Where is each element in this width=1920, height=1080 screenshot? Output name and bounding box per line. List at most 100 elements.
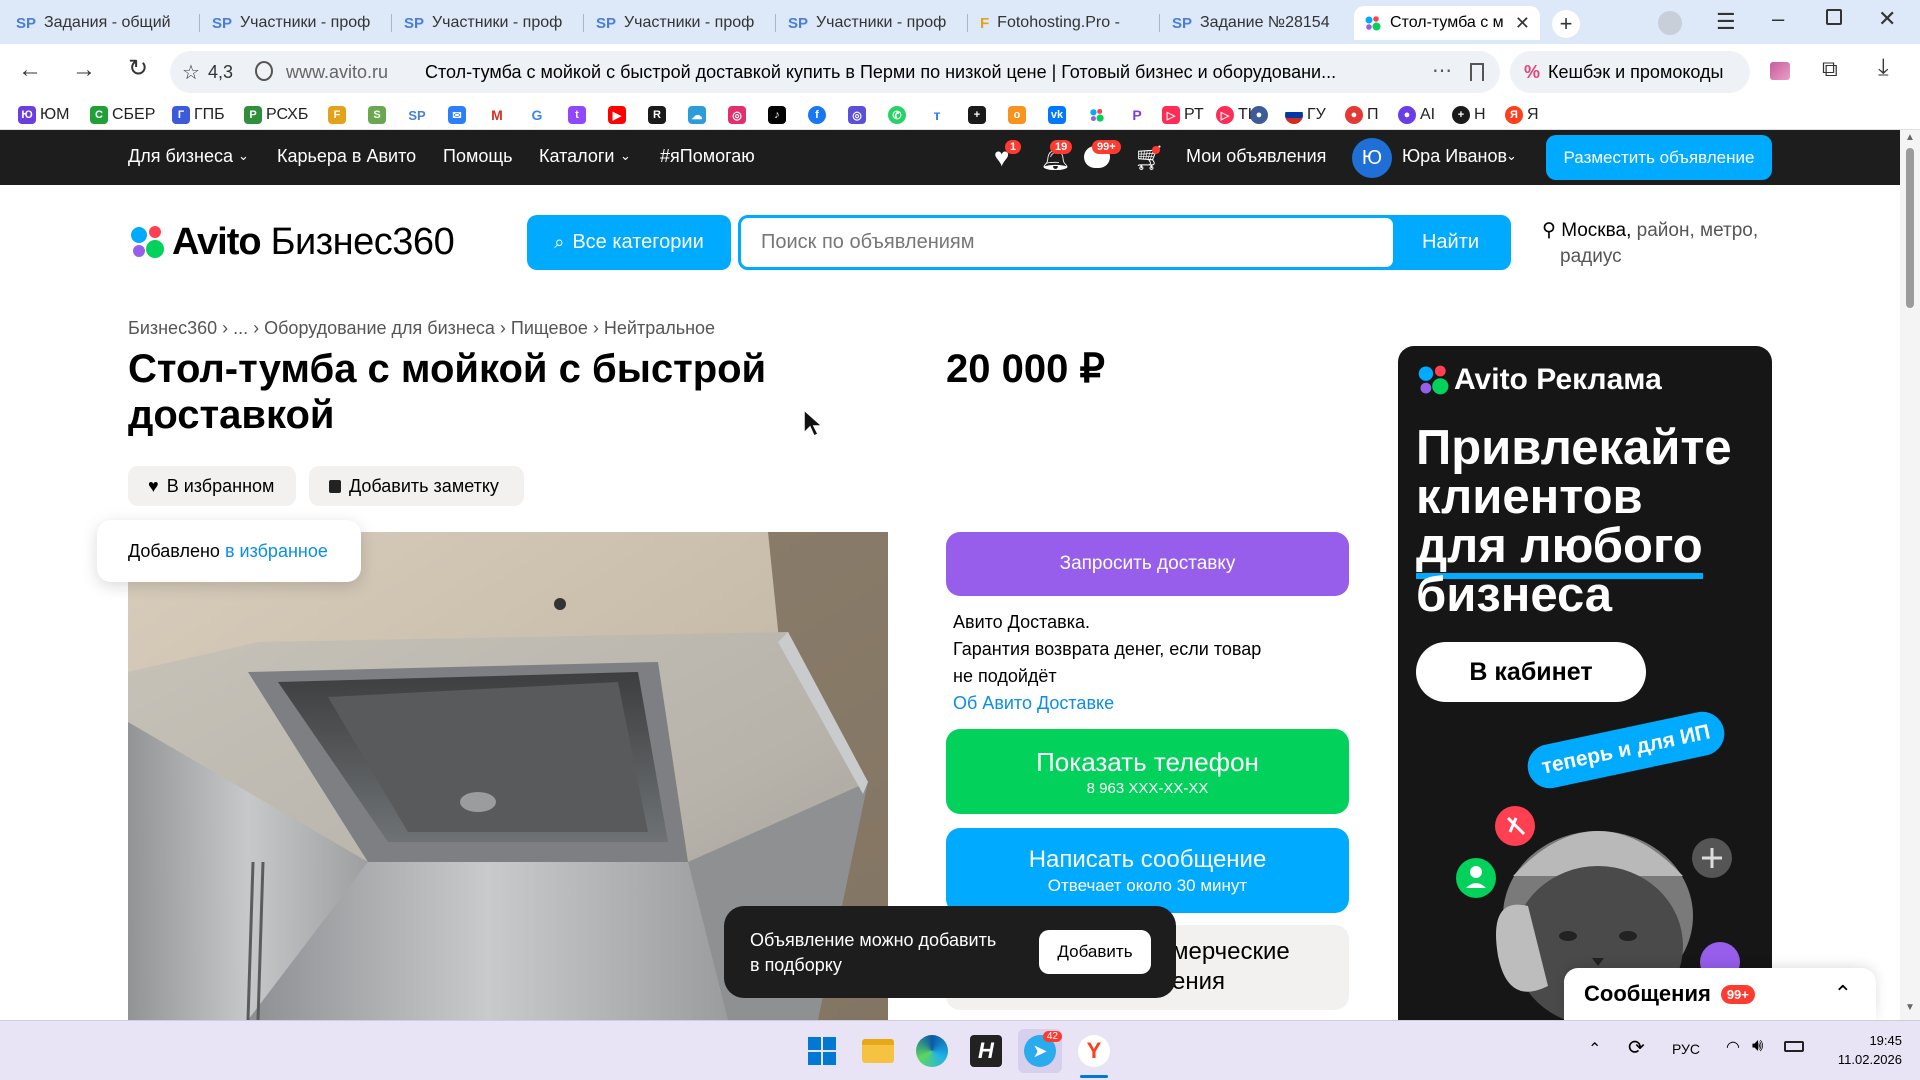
- bookmark-icon-only[interactable]: t: [568, 104, 590, 126]
- more-dots-icon[interactable]: ⋯: [1432, 58, 1452, 83]
- clock[interactable]: 19:45 11.02.2026: [1822, 1031, 1902, 1069]
- location-selector[interactable]: ⚲ Москва, район, метро, радиус: [1542, 218, 1782, 270]
- favorite-button[interactable]: ♥ В избранном: [128, 466, 296, 506]
- bookmark-item[interactable]: + Н: [1452, 104, 1486, 126]
- avatar[interactable]: Ю: [1352, 138, 1392, 178]
- add-note-button[interactable]: Добавить заметку: [309, 466, 524, 506]
- windows-start-icon[interactable]: [800, 1029, 844, 1073]
- menu-icon[interactable]: ☰: [1716, 9, 1736, 35]
- close-window-icon[interactable]: ✕: [1878, 6, 1896, 32]
- maximize-icon[interactable]: [1826, 9, 1842, 25]
- my-ads-link[interactable]: Мои объявления: [1186, 146, 1326, 167]
- browser-tab[interactable]: SP Участники - проф: [394, 6, 586, 40]
- vertical-scrollbar[interactable]: ▲ ▼: [1900, 130, 1920, 1020]
- bookmark-item[interactable]: С СБЕР: [90, 104, 155, 126]
- scroll-down-icon[interactable]: ▼: [1905, 1002, 1915, 1013]
- bookmark-icon-only[interactable]: ◎: [848, 104, 870, 126]
- show-phone-button[interactable]: Показать телефон 8 963 XXX-XX-XX: [946, 729, 1349, 814]
- bookmark-icon-only[interactable]: ☁: [688, 104, 710, 126]
- browser-tab[interactable]: SP Задания - общий: [6, 6, 198, 40]
- reload-icon[interactable]: ↻: [128, 54, 148, 83]
- breadcrumb-item[interactable]: ...: [233, 318, 248, 338]
- breadcrumb-item[interactable]: Оборудование для бизнеса: [264, 318, 495, 338]
- sync-icon[interactable]: ⟳: [1628, 1035, 1645, 1060]
- input-language[interactable]: РУС: [1672, 1041, 1700, 1057]
- nav-catalogs[interactable]: Каталоги: [539, 146, 615, 167]
- bookmark-item[interactable]: Г ГПБ: [172, 104, 225, 126]
- tray-chevron-up-icon[interactable]: ⌃: [1588, 1039, 1601, 1059]
- bookmark-icon-only[interactable]: ▶: [608, 104, 630, 126]
- user-name[interactable]: Юра Иванов: [1402, 146, 1507, 167]
- breadcrumb-item[interactable]: Пищевое: [511, 318, 588, 338]
- extensions-icon[interactable]: ⧉: [1822, 56, 1838, 82]
- avito-logo[interactable]: Avito Бизнес360: [128, 220, 455, 264]
- browser-tab[interactable]: SP Участники - проф: [586, 6, 778, 40]
- bookmark-icon-only[interactable]: ✉: [448, 104, 470, 126]
- browser-tab[interactable]: F Fotohosting.Pro -: [970, 6, 1162, 40]
- forward-icon[interactable]: →: [72, 56, 96, 84]
- bookmark-item[interactable]: ГУ: [1285, 104, 1326, 126]
- back-icon[interactable]: ←: [18, 56, 42, 84]
- write-message-button[interactable]: Написать сообщение Отвечает около 30 мин…: [946, 828, 1349, 913]
- browser-tab[interactable]: SP Участники - проф: [778, 6, 970, 40]
- bookmark-item[interactable]: ▷ РТ: [1162, 104, 1204, 126]
- scroll-thumb[interactable]: [1906, 148, 1914, 308]
- file-explorer-icon[interactable]: [856, 1029, 900, 1073]
- bookmark-icon-only[interactable]: o: [1008, 104, 1030, 126]
- bookmark-icon-only[interactable]: F: [328, 104, 350, 126]
- breadcrumb-item[interactable]: Бизнес360: [128, 318, 217, 338]
- browser-tab-active[interactable]: Стол-тумба с м ✕: [1354, 6, 1540, 40]
- minimize-icon[interactable]: –: [1772, 6, 1784, 32]
- find-button[interactable]: Найти: [1393, 218, 1508, 267]
- edge-icon[interactable]: [910, 1029, 954, 1073]
- nav-i-help[interactable]: #яПомогаю: [660, 146, 755, 167]
- browser-tab[interactable]: SP Задание №28154: [1162, 6, 1354, 40]
- add-to-collection-button[interactable]: Добавить: [1039, 930, 1151, 974]
- toast-favorites-link[interactable]: в избранное: [225, 541, 328, 562]
- volume-icon[interactable]: 🔊︎: [1752, 1035, 1763, 1056]
- bookmark-item[interactable]: Ю ЮМ: [18, 104, 70, 126]
- bookmark-icon-only[interactable]: т: [928, 104, 950, 126]
- yandex-browser-icon[interactable]: Y: [1072, 1029, 1116, 1073]
- star-icon[interactable]: ☆: [182, 60, 200, 85]
- bookmark-icon-only[interactable]: vk: [1048, 104, 1070, 126]
- bookmark-icon-only[interactable]: f: [808, 104, 830, 126]
- bookmark-icon-only[interactable]: SP: [408, 104, 430, 126]
- bookmark-item[interactable]: Р РСХБ: [244, 104, 308, 126]
- bookmark-icon-only[interactable]: G: [528, 104, 550, 126]
- post-ad-button[interactable]: Разместить объявление: [1546, 135, 1772, 180]
- bookmark-icon-only[interactable]: M: [488, 104, 510, 126]
- bookmark-item[interactable]: ● AI: [1398, 104, 1435, 126]
- search-input[interactable]: Поиск по объявлениям: [741, 218, 1393, 267]
- bookmark-icon-only[interactable]: P: [1128, 104, 1150, 126]
- bookmark-icon-only[interactable]: ✆: [888, 104, 910, 126]
- bookmark-icon-only[interactable]: R: [648, 104, 670, 126]
- bookmark-icon-only[interactable]: ●: [1250, 104, 1272, 126]
- scroll-up-icon[interactable]: ▲: [1905, 132, 1915, 143]
- close-tab-icon[interactable]: ✕: [1515, 13, 1530, 34]
- wifi-icon[interactable]: ◠: [1726, 1037, 1740, 1057]
- ad-cabinet-button[interactable]: В кабинет: [1416, 642, 1646, 702]
- shield-icon[interactable]: [255, 61, 273, 81]
- bookmark-item[interactable]: ЯЯ: [1505, 104, 1539, 126]
- nav-for-business[interactable]: Для бизнеса: [128, 146, 233, 167]
- telegram-icon[interactable]: ➤ 42: [1018, 1029, 1062, 1073]
- browser-tab[interactable]: SP Участники - проф: [202, 6, 394, 40]
- bookmark-item[interactable]: ● П: [1345, 104, 1379, 126]
- all-categories-button[interactable]: ⌕ Все категории: [527, 215, 731, 270]
- bookmark-icon[interactable]: [1470, 63, 1484, 81]
- about-delivery-link[interactable]: Об Авито Доставке: [953, 693, 1114, 713]
- request-delivery-button[interactable]: Запросить доставку: [946, 532, 1349, 596]
- bookmark-icon-only[interactable]: S: [368, 104, 390, 126]
- app-h-icon[interactable]: H: [964, 1029, 1008, 1073]
- profile-icon[interactable]: [1658, 11, 1682, 35]
- bookmark-icon-only[interactable]: [1088, 104, 1110, 126]
- download-icon[interactable]: ⤓: [1878, 54, 1889, 82]
- bookmark-icon-only[interactable]: +: [968, 104, 990, 126]
- cashback-button[interactable]: % Кешбэк и промокоды: [1510, 51, 1750, 93]
- bookmark-icon-only[interactable]: ◎: [728, 104, 750, 126]
- bookmark-icon-only[interactable]: ♪: [768, 104, 790, 126]
- image-icon[interactable]: [1770, 62, 1790, 80]
- chevron-up-icon[interactable]: ⌃: [1834, 981, 1852, 1007]
- avito-ads-banner[interactable]: Avito Реклама Привлекайте клиентов для л…: [1398, 346, 1772, 1020]
